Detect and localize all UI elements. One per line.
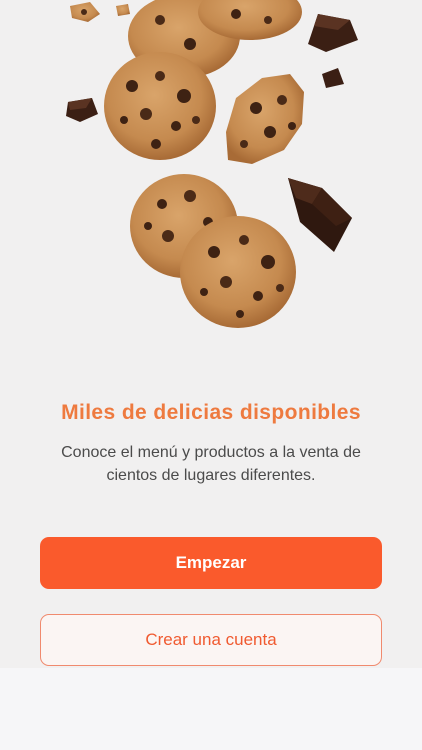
cookie-left-icon <box>104 52 216 160</box>
onboarding-headline: Miles de delicias disponibles <box>61 401 361 424</box>
cookie-broken-icon <box>226 74 304 164</box>
create-account-button-label: Crear una cuenta <box>145 630 277 649</box>
onboarding-subtitle: Conoce el menú y productos a la venta de… <box>61 444 361 484</box>
onboarding-screen: Miles de delicias disponibles Conoce el … <box>0 0 422 668</box>
start-button-label: Empezar <box>175 553 247 572</box>
cookie-bottom-icon <box>180 216 296 328</box>
cookies-hero-illustration <box>0 0 422 340</box>
start-button[interactable]: Empezar <box>40 537 382 589</box>
cookie-crumb-icon <box>70 2 130 22</box>
bottom-safe-area <box>0 668 422 750</box>
create-account-button[interactable]: Crear una cuenta <box>40 614 382 666</box>
